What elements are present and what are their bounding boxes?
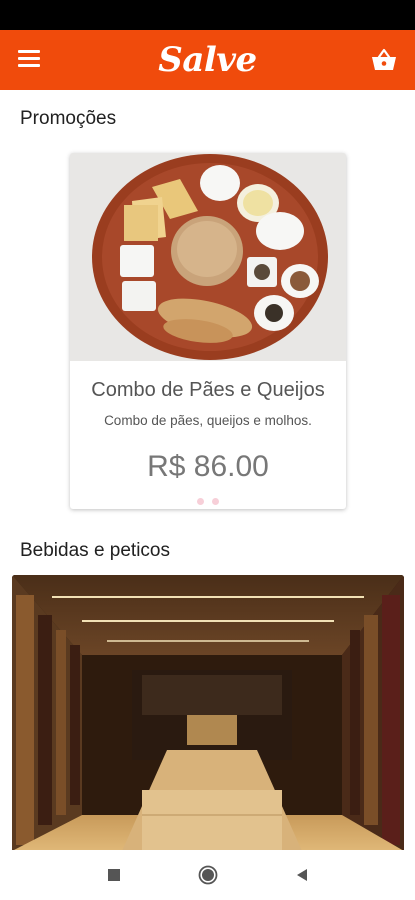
drinks-title: Bebidas e peticos bbox=[20, 540, 170, 561]
pager-dot[interactable] bbox=[212, 498, 219, 505]
pager-dot[interactable] bbox=[197, 498, 204, 505]
home-circle-icon[interactable] bbox=[196, 863, 220, 887]
promotions-title: Promoções bbox=[20, 108, 117, 129]
basket-icon[interactable] bbox=[369, 45, 399, 75]
promo-name: Combo de Pães e Queijos bbox=[91, 379, 325, 401]
app-bar: Salve bbox=[0, 30, 415, 90]
hamburger-menu-icon[interactable] bbox=[18, 50, 40, 70]
system-nav-bar bbox=[0, 850, 415, 900]
back-triangle-icon[interactable] bbox=[290, 863, 314, 887]
promo-description: Combo de pães, queijos e molhos. bbox=[104, 413, 312, 428]
app-logo: Salve bbox=[158, 40, 257, 80]
promo-price: R$ 86.00 bbox=[147, 450, 269, 483]
square-icon[interactable] bbox=[102, 863, 126, 887]
promo-image bbox=[70, 153, 346, 361]
promo-card[interactable]: Combo de Pães e Queijos Combo de pães, q… bbox=[70, 153, 346, 509]
wine-cellar-image[interactable] bbox=[12, 575, 404, 851]
status-bar bbox=[0, 0, 415, 30]
carousel-pager bbox=[70, 498, 346, 505]
